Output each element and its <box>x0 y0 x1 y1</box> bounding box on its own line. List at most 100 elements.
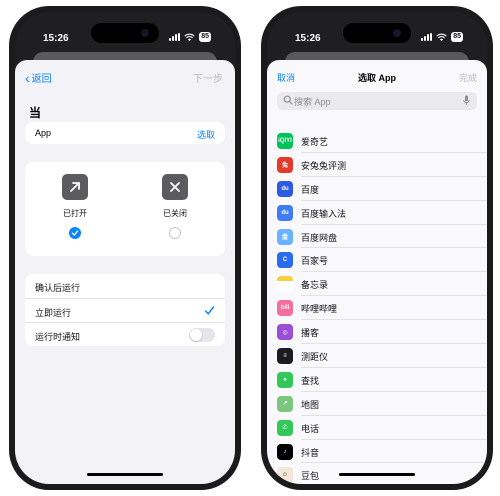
list-item[interactable]: ↗ 地图 <box>267 392 487 416</box>
list-item[interactable]: bili 哔哩哔哩 <box>267 296 487 321</box>
dynamic-island <box>343 23 411 43</box>
battery-icon: 85 <box>451 32 463 42</box>
left-phone: 15:26 85 ‹ 返回 下一步 当 App 选取 已打开 已关闭 确认后运行… <box>9 6 241 490</box>
list-item[interactable]: ≡ 测距仪 <box>267 344 487 368</box>
app-icon: du <box>277 204 293 221</box>
app-icon: ◎ <box>277 324 293 341</box>
app-name: 豆包 <box>301 471 320 482</box>
run-immediately-row[interactable]: 立即运行 <box>25 298 225 322</box>
microphone-icon[interactable] <box>463 95 470 106</box>
chevron-left-icon: ‹ <box>25 69 30 86</box>
cellular-signal-icon <box>169 33 181 41</box>
status-time: 15:26 <box>43 33 69 44</box>
list-item[interactable]: du 百度输入法 <box>267 201 487 225</box>
app-label: App <box>35 128 52 138</box>
notify-toggle[interactable] <box>189 328 215 342</box>
list-item[interactable]: ♪ 抖音 <box>267 440 487 464</box>
picker-title: 选取 App <box>358 73 396 83</box>
checkmark-icon <box>204 306 215 315</box>
status-icons: 85 <box>421 32 463 42</box>
app-name: 百度网盘 <box>301 232 338 243</box>
app-icon <box>277 276 293 293</box>
left-screen: 15:26 85 ‹ 返回 下一步 当 App 选取 已打开 已关闭 确认后运行… <box>15 12 235 484</box>
choose-app-button[interactable]: 选取 <box>197 128 215 141</box>
notify-when-run-row: 运行时通知 <box>25 322 225 346</box>
app-row: App 选取 <box>25 122 225 144</box>
app-name: 抖音 <box>301 447 320 458</box>
app-icon: ↗ <box>277 395 293 412</box>
app-icon: ☺ <box>277 467 293 484</box>
right-screen: 15:26 85 取消 选取 App 完成 搜索 App iQIYI 爱奇艺兔安兔… <box>267 12 487 484</box>
battery-icon: 85 <box>199 32 211 42</box>
app-name: 百度 <box>301 184 320 195</box>
option-opened[interactable]: 已打开 <box>45 174 105 239</box>
run-after-confirm-label: 确认后运行 <box>35 283 81 293</box>
wifi-icon <box>436 33 447 41</box>
app-picker-sheet: 取消 选取 App 完成 搜索 App iQIYI 爱奇艺兔安兔兔评测 du 百度 du… <box>267 60 487 484</box>
status-time: 15:26 <box>295 33 321 44</box>
app-name: 电话 <box>301 423 320 434</box>
app-name: 爱奇艺 <box>301 137 329 147</box>
run-after-confirm-row[interactable]: 确认后运行 <box>25 274 225 298</box>
home-indicator <box>87 473 163 476</box>
next-button[interactable]: 下一步 <box>193 70 223 85</box>
app-icon: bili <box>277 300 293 317</box>
option-closed-label: 已关闭 <box>163 209 187 218</box>
search-icon <box>283 95 293 105</box>
list-item[interactable]: ● 查找 <box>267 368 487 392</box>
app-icon: 兔 <box>277 156 293 173</box>
list-item[interactable]: 备忘录 <box>267 272 487 297</box>
page-title: 当 <box>29 106 42 120</box>
app-name: 播客 <box>301 328 320 339</box>
cellular-signal-icon <box>421 33 433 41</box>
list-item[interactable]: iQIYI 爱奇艺 <box>267 129 487 153</box>
app-name: 哔哩哔哩 <box>301 304 338 315</box>
search-input[interactable]: 搜索 App <box>277 92 477 110</box>
radio-unselected[interactable] <box>169 227 181 239</box>
app-icon: ✆ <box>277 419 293 436</box>
automation-sheet: ‹ 返回 下一步 当 App 选取 已打开 已关闭 确认后运行 立即运行 运行时… <box>15 60 235 484</box>
status-icons: 85 <box>169 32 211 42</box>
app-name: 安兔兔评测 <box>301 160 347 171</box>
list-item[interactable]: C 百家号 <box>267 248 487 273</box>
list-item[interactable]: ◎ 播客 <box>267 320 487 345</box>
arrow-up-right-icon <box>62 174 88 200</box>
picker-nav-bar: 取消 选取 App 完成 <box>267 68 487 88</box>
list-item[interactable]: 兔安兔兔评测 <box>267 153 487 177</box>
option-closed[interactable]: 已关闭 <box>145 174 205 239</box>
app-icon: C <box>277 252 293 269</box>
app-icon: ● <box>277 371 293 388</box>
app-name: 百家号 <box>301 256 329 267</box>
done-button[interactable]: 完成 <box>459 71 477 84</box>
app-list: iQIYI 爱奇艺兔安兔兔评测 du 百度 du 百度输入法盘百度网盘 C 百家号 备忘录 bil… <box>267 129 487 484</box>
notify-when-run-label: 运行时通知 <box>35 332 81 342</box>
app-icon: ♪ <box>277 443 293 460</box>
wifi-icon <box>184 33 195 41</box>
app-name: 测距仪 <box>301 352 329 363</box>
right-phone: 15:26 85 取消 选取 App 完成 搜索 App iQIYI 爱奇艺兔安兔… <box>261 6 493 490</box>
app-name: 查找 <box>301 375 320 386</box>
list-item[interactable]: du 百度 <box>267 177 487 201</box>
back-label: 返回 <box>31 74 52 85</box>
status-bar: 15:26 85 <box>15 12 235 52</box>
search-placeholder: 搜索 App <box>294 97 331 107</box>
app-icon: iQIYI <box>277 133 293 149</box>
x-mark-icon <box>162 174 188 200</box>
app-icon: du <box>277 180 293 197</box>
app-name: 百度输入法 <box>301 208 347 219</box>
app-icon: ≡ <box>277 348 293 365</box>
app-name: 地图 <box>301 399 320 410</box>
app-name: 备忘录 <box>301 280 329 291</box>
radio-selected[interactable] <box>69 227 81 239</box>
option-opened-label: 已打开 <box>63 209 87 218</box>
back-button[interactable]: ‹ 返回 <box>25 69 52 86</box>
app-icon: 盘 <box>277 228 293 245</box>
state-options-card: 已打开 已关闭 <box>25 162 225 256</box>
nav-bar: ‹ 返回 下一步 <box>15 66 235 88</box>
list-item[interactable]: ✆ 电话 <box>267 416 487 440</box>
dynamic-island <box>91 23 159 43</box>
list-item[interactable]: 盘百度网盘 <box>267 225 487 249</box>
status-bar: 15:26 85 <box>267 12 487 52</box>
run-settings-card: 确认后运行 立即运行 运行时通知 <box>25 274 225 346</box>
run-immediately-label: 立即运行 <box>35 308 72 318</box>
